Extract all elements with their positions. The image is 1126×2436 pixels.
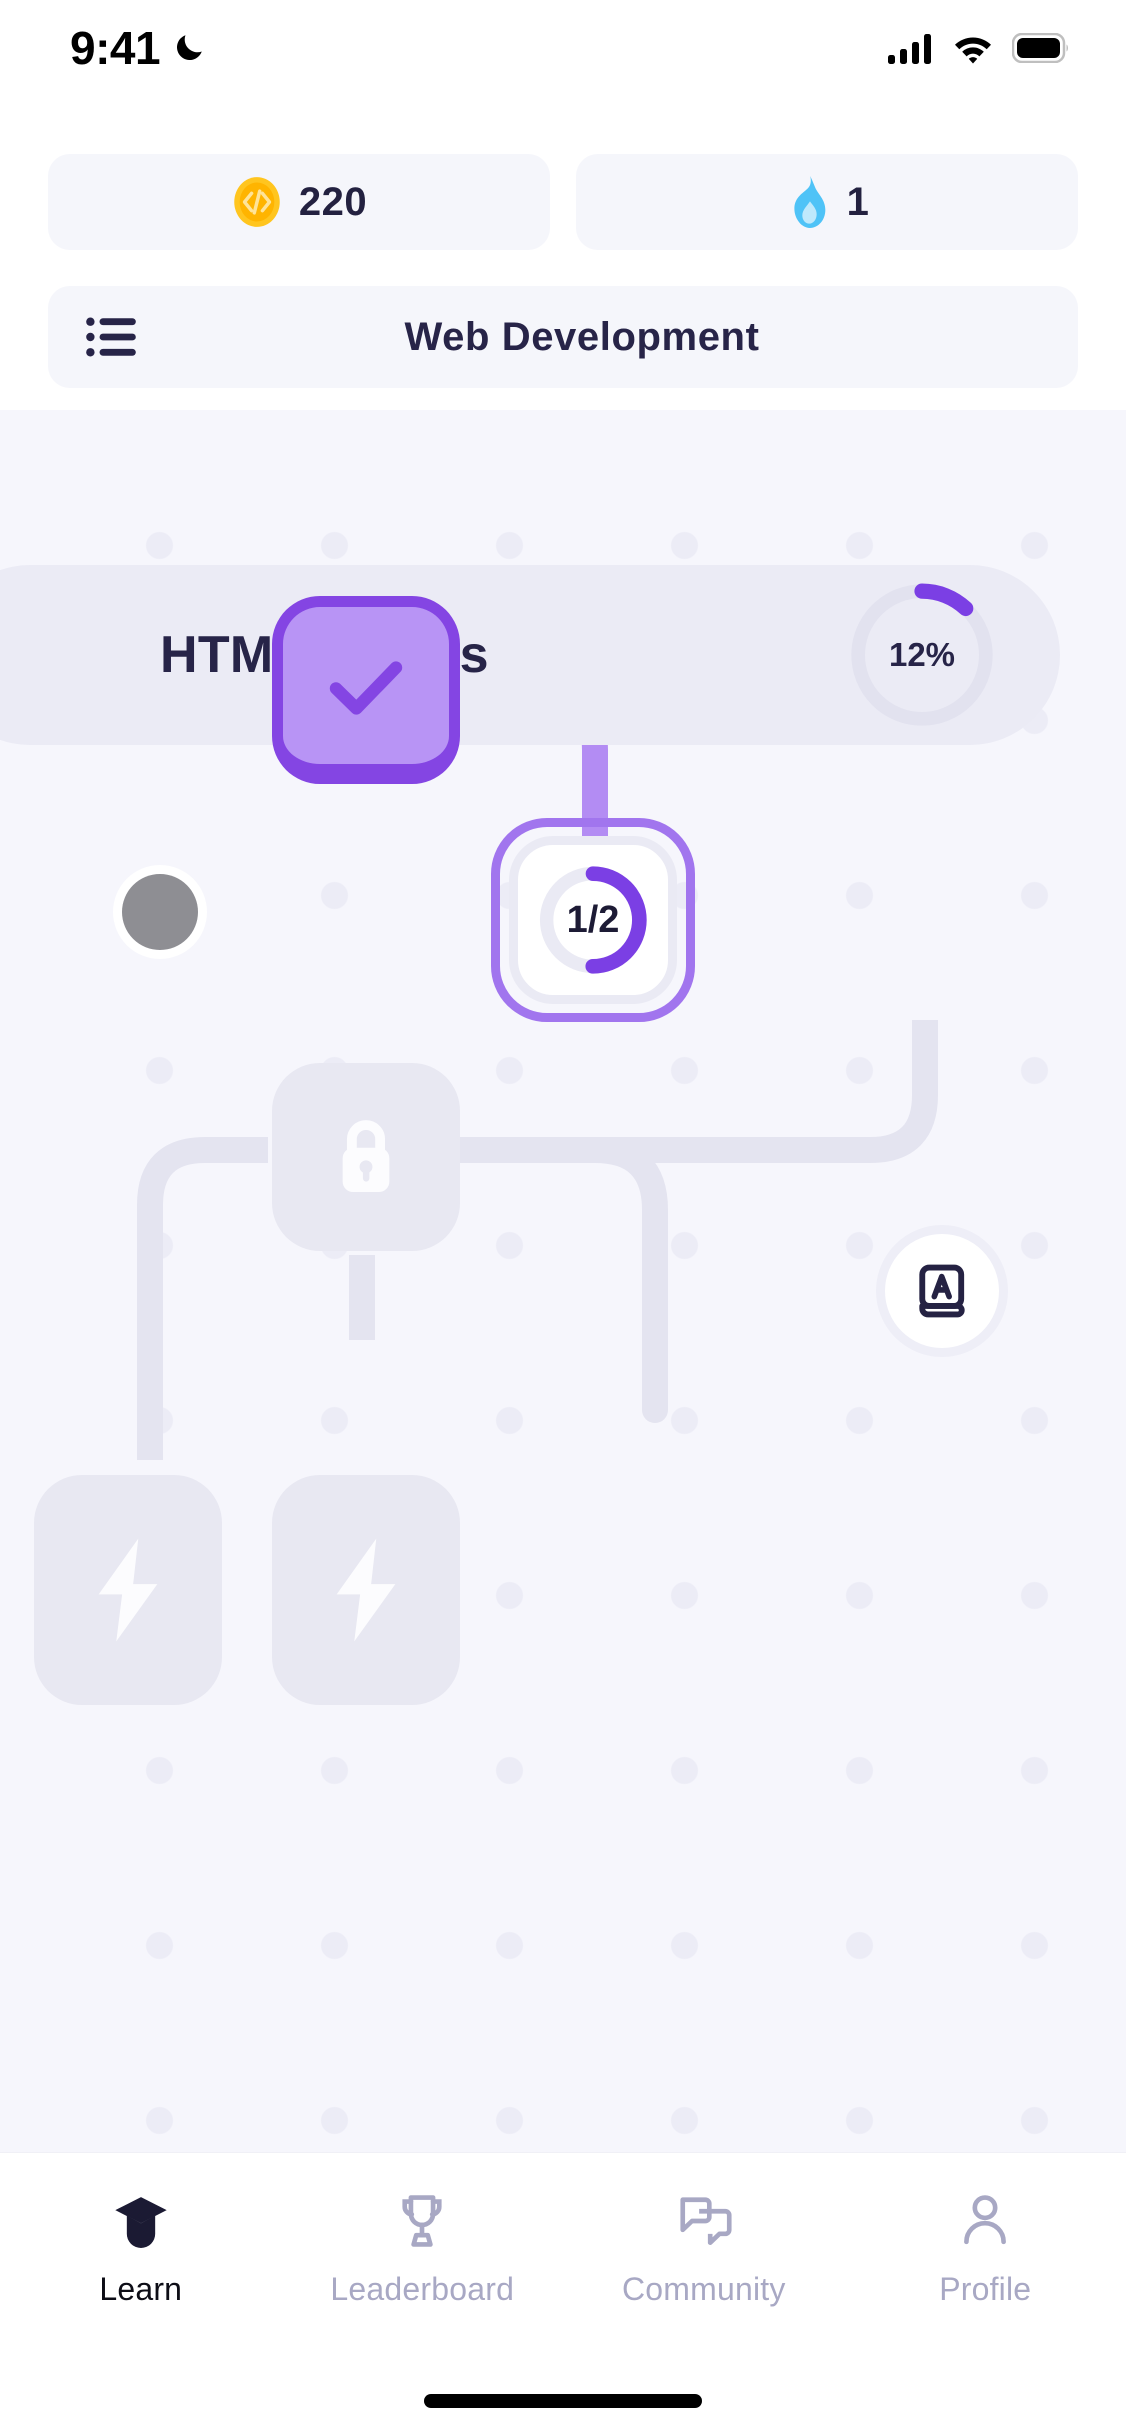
unit-banner[interactable]: HTML Basics 12% xyxy=(0,565,1060,745)
home-indicator[interactable] xyxy=(424,2394,702,2408)
course-title: Web Development xyxy=(404,314,760,359)
glossary-button[interactable] xyxy=(876,1225,1008,1357)
cellular-signal-icon xyxy=(888,34,931,64)
tab-profile[interactable]: Profile xyxy=(845,2189,1126,2308)
coin-code-icon xyxy=(234,177,280,227)
lesson-node-locked-lock[interactable] xyxy=(272,1063,460,1251)
lightning-bolt-icon xyxy=(98,1538,158,1642)
crescent-moon-icon xyxy=(177,35,202,61)
coins-pill[interactable]: 220 xyxy=(48,154,550,250)
tab-learn[interactable]: Learn xyxy=(0,2189,282,2308)
wifi-icon xyxy=(955,37,991,64)
trophy-icon xyxy=(391,2189,453,2253)
lesson-node-current[interactable]: 1/2 xyxy=(491,818,695,1022)
streak-pill[interactable]: 1 xyxy=(576,154,1078,250)
status-bar-clock: 9:41 xyxy=(70,22,161,74)
status-bar: 9:41 xyxy=(0,0,1126,96)
lesson-progress-label: 1/2 xyxy=(566,898,620,941)
person-icon xyxy=(954,2189,1016,2253)
check-icon xyxy=(329,660,403,715)
tab-label-learn: Learn xyxy=(99,2271,183,2307)
learning-path-area: HTML Basics 12% 1/2 xyxy=(0,410,1126,2152)
coins-value: 220 xyxy=(298,180,368,224)
tab-label-profile: Profile xyxy=(939,2271,1032,2307)
tab-label-community: Community xyxy=(621,2271,786,2307)
touch-point-icon xyxy=(122,874,198,950)
chat-bubbles-icon xyxy=(673,2189,735,2253)
lesson-node-locked-bolt-left[interactable] xyxy=(34,1475,222,1705)
flame-icon xyxy=(794,176,825,228)
status-bar-left: 9:41 xyxy=(70,25,206,71)
tab-leaderboard[interactable]: Leaderboard xyxy=(282,2189,564,2308)
lesson-node-current-card: 1/2 xyxy=(509,836,677,1004)
lightning-bolt-icon xyxy=(336,1538,396,1642)
book-letter-a-icon xyxy=(919,1264,965,1318)
battery-full-icon xyxy=(1012,33,1068,63)
status-bar-right xyxy=(888,32,1070,64)
tab-community[interactable]: Community xyxy=(563,2189,845,2308)
tab-label-leaderboard: Leaderboard xyxy=(330,2271,515,2307)
lock-icon xyxy=(342,1120,390,1193)
lesson-node-completed[interactable] xyxy=(272,596,460,784)
app-root: 9:41 220 1 Web Development HTML 12% 1/2 … xyxy=(0,0,1126,2436)
graduation-cap-icon xyxy=(110,2189,172,2253)
stats-row: 220 1 xyxy=(0,154,1126,250)
streak-value: 1 xyxy=(846,180,870,224)
course-header-bar: Web Development xyxy=(48,286,1078,388)
unit-progress-label: 12% xyxy=(888,636,956,673)
lesson-node-locked-bolt-center[interactable] xyxy=(272,1475,460,1705)
